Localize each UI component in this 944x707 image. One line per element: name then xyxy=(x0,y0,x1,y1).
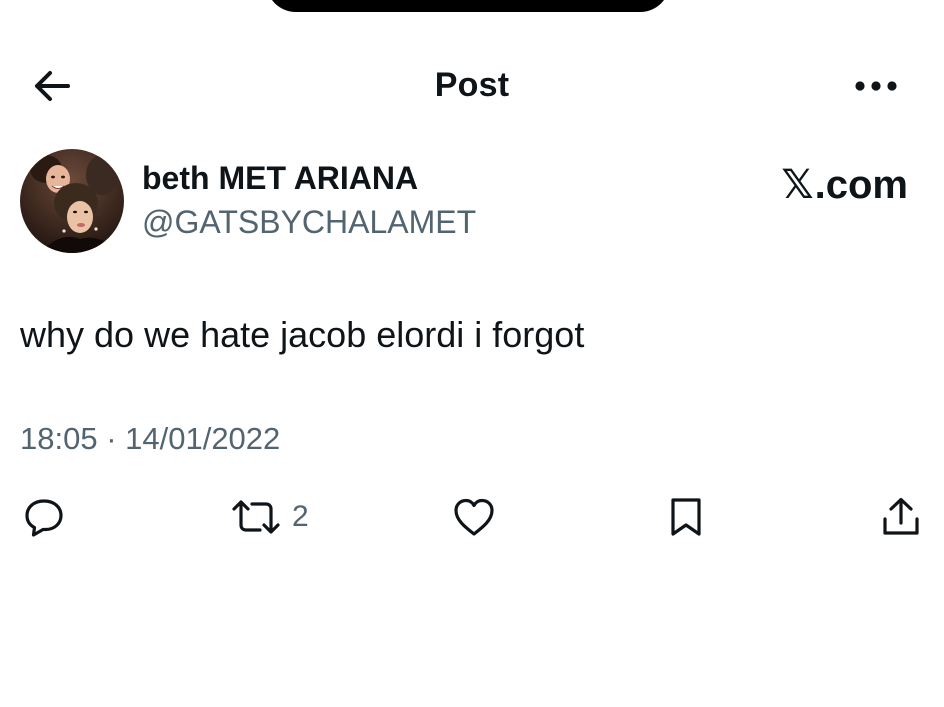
x-com-watermark: 𝕏 .com xyxy=(781,162,908,208)
top-bar: Post xyxy=(0,58,944,114)
heart-icon xyxy=(454,498,494,536)
post-text: why do we hate jacob elordi i forgot xyxy=(20,314,585,355)
bookmark-button[interactable] xyxy=(666,492,706,542)
post-timestamp[interactable]: 18:05 · 14/01/2022 xyxy=(20,421,280,457)
x-logo-icon: 𝕏 xyxy=(781,162,814,208)
avatar-photo xyxy=(20,149,124,253)
share-icon xyxy=(883,497,919,535)
author-handle[interactable]: @GATSBYCHALAMET xyxy=(142,204,476,241)
reply-button[interactable] xyxy=(22,492,66,542)
more-horizontal-icon xyxy=(855,81,897,91)
repost-count: 2 xyxy=(292,500,309,533)
avatar[interactable] xyxy=(20,149,124,253)
repost-button[interactable]: 2 xyxy=(230,492,309,542)
like-button[interactable] xyxy=(451,492,497,542)
reply-icon xyxy=(25,499,63,537)
bookmark-icon xyxy=(671,498,701,536)
repost-icon xyxy=(232,500,280,534)
author-display-name[interactable]: beth MET ARIANA xyxy=(142,160,418,197)
page-title: Post xyxy=(434,66,510,104)
action-bar: 2 xyxy=(0,492,944,542)
share-button[interactable] xyxy=(880,492,922,542)
more-options-button[interactable] xyxy=(848,68,904,104)
watermark-suffix: .com xyxy=(814,162,908,207)
device-notch xyxy=(266,0,670,12)
